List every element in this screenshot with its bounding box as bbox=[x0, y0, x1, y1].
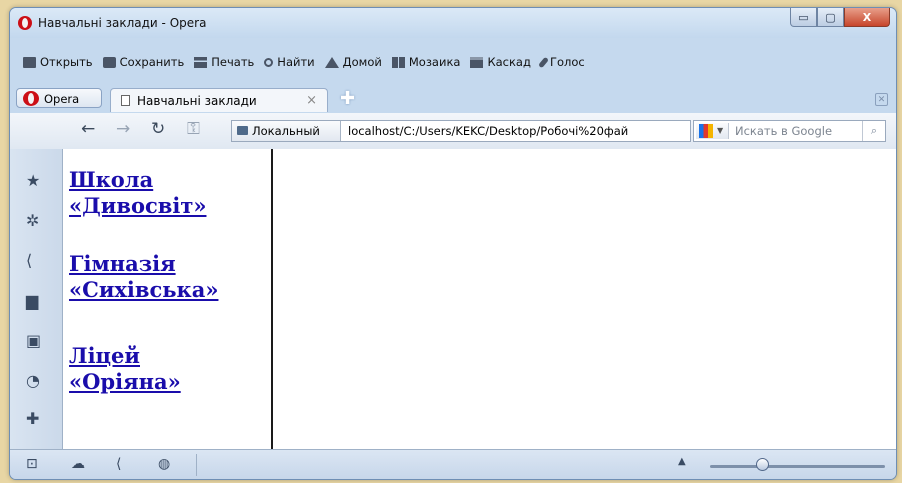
bookmarks-icon[interactable]: ★ bbox=[26, 171, 40, 190]
notes-icon[interactable]: ▆ bbox=[26, 291, 38, 310]
opera-menu-label: Opera bbox=[44, 92, 80, 106]
home-label: Домой bbox=[342, 55, 382, 69]
chevron-down-icon: ▼ bbox=[717, 126, 724, 135]
find-icon bbox=[264, 57, 274, 67]
tile-button[interactable]: Мозаика bbox=[391, 55, 461, 69]
search-placeholder[interactable]: Искать в Google bbox=[735, 121, 832, 141]
google-icon bbox=[699, 124, 713, 138]
open-label: Открыть bbox=[40, 55, 93, 69]
search-engine-selector[interactable]: ▼ bbox=[696, 123, 729, 139]
document-icon bbox=[121, 95, 130, 106]
tile-label: Мозаика bbox=[408, 55, 461, 69]
link-line[interactable]: «Сихівська» bbox=[69, 277, 218, 302]
print-label: Печать bbox=[211, 55, 255, 69]
browser-window: Навчальні заклади - Opera ▭ ▢ X Открыть … bbox=[9, 7, 897, 480]
zoom-popup-arrow-icon[interactable]: ▲ bbox=[678, 456, 686, 467]
link-line[interactable]: Гімназія bbox=[69, 251, 176, 276]
cascade-icon bbox=[470, 56, 484, 68]
closed-tabs-trash-icon[interactable]: ✕ bbox=[875, 93, 888, 106]
tab-label: Навчальні заклади bbox=[137, 94, 257, 108]
cascade-button[interactable]: Каскад bbox=[470, 55, 531, 69]
voice-label: Голос bbox=[549, 55, 585, 69]
window-title: Навчальні заклади - Opera bbox=[38, 16, 207, 30]
save-label: Сохранить bbox=[119, 55, 185, 69]
opera-logo-icon bbox=[18, 16, 32, 30]
link-line[interactable]: «Дивосвіт» bbox=[69, 193, 206, 218]
main-frame bbox=[273, 149, 896, 449]
link-line[interactable]: Ліцей bbox=[69, 343, 140, 368]
reload-icon[interactable]: ↻ bbox=[151, 119, 165, 139]
close-tab-icon[interactable]: × bbox=[306, 89, 317, 113]
security-badge[interactable]: Локальный bbox=[232, 121, 341, 141]
history-icon[interactable]: ◔ bbox=[26, 371, 40, 390]
tile-icon bbox=[391, 56, 405, 68]
save-button[interactable]: Сохранить bbox=[102, 55, 185, 69]
new-tab-icon[interactable]: ✚ bbox=[340, 88, 355, 109]
back-arrow-icon[interactable]: ← bbox=[81, 119, 95, 139]
unite-icon[interactable]: ⟨ bbox=[26, 251, 32, 270]
panel-toggle-icon[interactable]: ⊡ bbox=[26, 456, 38, 472]
save-icon bbox=[102, 56, 116, 68]
find-button[interactable]: Найти bbox=[264, 55, 315, 69]
home-icon bbox=[324, 56, 339, 68]
url-text[interactable]: localhost/C:/Users/KEKC/Desktop/Робочі%2… bbox=[348, 121, 628, 141]
print-button[interactable]: Печать bbox=[194, 55, 254, 69]
navigation-bar: ← → ↻ ⚿ Локальный localhost/C:/Users/KEK… bbox=[10, 113, 896, 150]
voice-button[interactable]: Голос bbox=[537, 55, 585, 69]
link-gimnaziya-sykhivska[interactable]: Гімназія «Сихівська» bbox=[69, 251, 218, 303]
opera-logo-icon bbox=[23, 91, 39, 106]
close-window-button[interactable]: X bbox=[844, 8, 890, 27]
status-bar: ⊡ ☁ ⟨ ◍ ▲ bbox=[10, 449, 896, 479]
title-bar[interactable]: Навчальні заклади - Opera ▭ ▢ X bbox=[10, 8, 896, 38]
navigation-frame: Школа «Дивосвіт» Гімназія «Сихівська» Лі… bbox=[63, 149, 273, 449]
settings-icon[interactable]: ✲ bbox=[26, 211, 39, 230]
forward-arrow-icon[interactable]: → bbox=[116, 119, 130, 139]
tab-navchalni-zaklady[interactable]: Навчальні заклади × bbox=[110, 88, 328, 112]
link-litsei-oriyana[interactable]: Ліцей «Оріяна» bbox=[69, 343, 181, 395]
key-icon[interactable]: ⚿ bbox=[187, 119, 200, 139]
add-icon[interactable]: ✚ bbox=[26, 409, 39, 428]
unite-status-icon[interactable]: ⟨ bbox=[116, 456, 121, 472]
link-line[interactable]: Школа bbox=[69, 167, 153, 192]
opera-menu-button[interactable]: Opera bbox=[16, 88, 102, 108]
downloads-icon[interactable]: ▣ bbox=[26, 331, 41, 350]
cloud-icon[interactable]: ☁ bbox=[71, 456, 85, 472]
open-button[interactable]: Открыть bbox=[23, 55, 93, 69]
status-divider bbox=[196, 454, 197, 476]
address-bar[interactable]: Локальный localhost/C:/Users/KEKC/Deskto… bbox=[231, 120, 691, 142]
print-icon bbox=[194, 56, 208, 68]
home-button[interactable]: Домой bbox=[324, 55, 382, 69]
security-label: Локальный bbox=[252, 124, 320, 138]
page-content: Школа «Дивосвіт» Гімназія «Сихівська» Лі… bbox=[63, 149, 896, 449]
link-line[interactable]: «Оріяна» bbox=[69, 369, 181, 394]
folder-icon bbox=[23, 56, 36, 68]
find-label: Найти bbox=[277, 55, 315, 69]
toolbar-menu: Открыть Сохранить Печать Найти Домой Моз… bbox=[10, 51, 896, 73]
side-panel: ★ ✲ ⟨ ▆ ▣ ◔ ✚ bbox=[10, 149, 63, 449]
window-controls: ▭ ▢ X bbox=[790, 8, 890, 28]
link-shkola-dyvosvit[interactable]: Школа «Дивосвіт» bbox=[69, 167, 206, 219]
zoom-slider-thumb[interactable] bbox=[756, 458, 769, 471]
minimize-button[interactable]: ▭ bbox=[790, 8, 817, 27]
computer-icon bbox=[237, 126, 248, 135]
search-box[interactable]: ▼ Искать в Google ⌕ bbox=[693, 120, 886, 142]
search-icon[interactable]: ⌕ bbox=[862, 121, 885, 141]
voice-icon bbox=[537, 56, 549, 68]
turbo-icon[interactable]: ◍ bbox=[158, 456, 170, 472]
tab-bar: Opera Навчальні заклади × ✚ ✕ bbox=[10, 85, 896, 113]
zoom-slider-track[interactable] bbox=[710, 465, 885, 468]
maximize-button[interactable]: ▢ bbox=[817, 8, 844, 27]
cascade-label: Каскад bbox=[487, 55, 531, 69]
